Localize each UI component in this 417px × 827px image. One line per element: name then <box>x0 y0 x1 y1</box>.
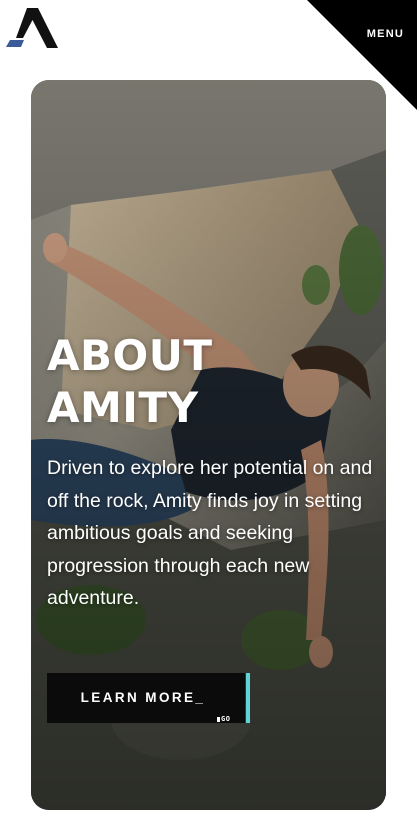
go-tag-label: GO <box>221 715 231 723</box>
hero-title: ABOUT AMITY <box>47 330 212 434</box>
hero-description: Driven to explore her potential on and o… <box>47 457 373 609</box>
learn-more-button[interactable]: LEARN MORE_ <box>47 673 245 723</box>
hero-title-line1: ABOUT <box>47 331 213 380</box>
menu-label: MENU <box>366 28 404 40</box>
learn-more-label: LEARN MORE_ <box>80 690 206 705</box>
amity-logo-icon <box>6 8 58 48</box>
go-bar-icon <box>217 716 220 722</box>
hero-title-line2: AMITY <box>47 383 199 432</box>
cta-accent-bar <box>246 673 250 723</box>
hero-card: ABOUT AMITY Driven to explore her potent… <box>31 80 386 810</box>
cta-go-tag: GO <box>217 715 230 723</box>
brand-logo[interactable] <box>6 8 60 50</box>
